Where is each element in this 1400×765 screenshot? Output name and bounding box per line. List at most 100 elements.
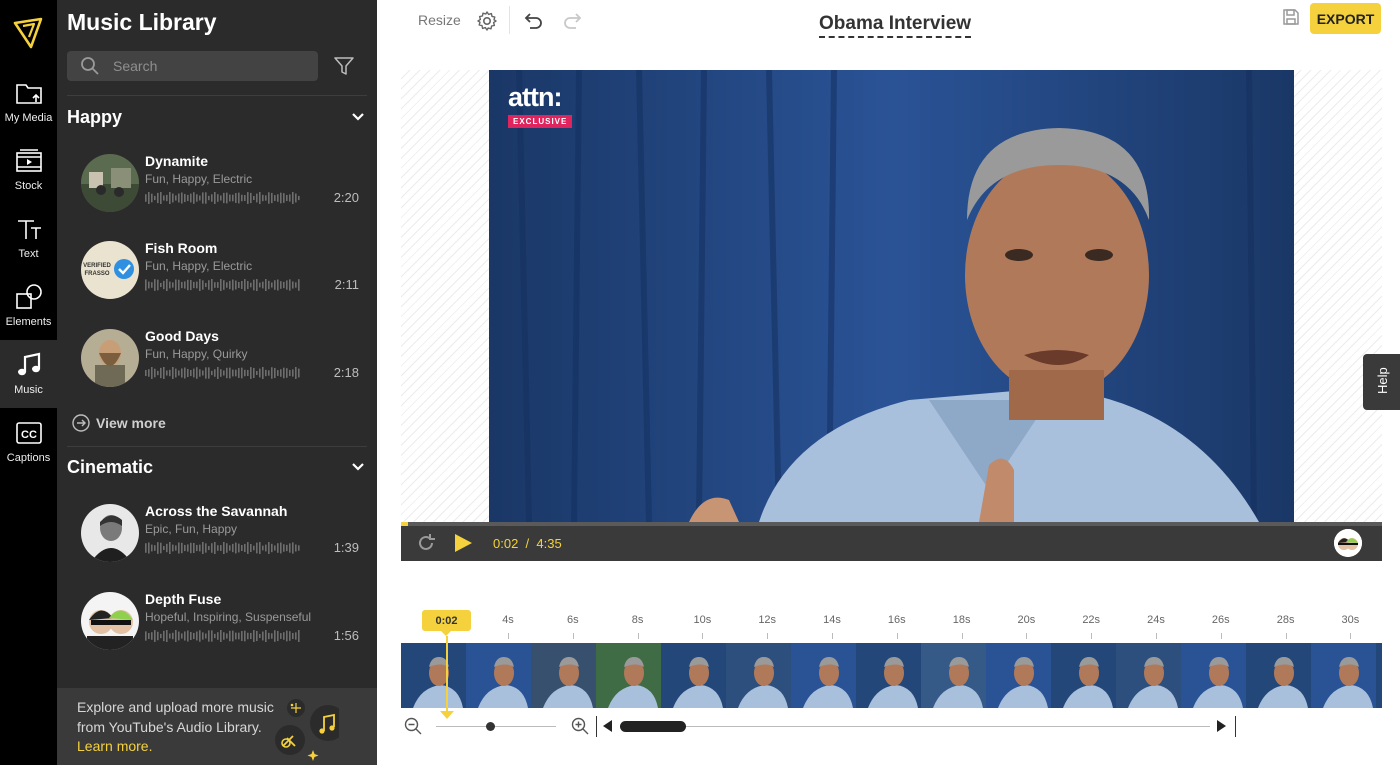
view-more-label: View more bbox=[96, 415, 166, 431]
project-title[interactable]: Obama Interview bbox=[819, 13, 972, 38]
text-icon bbox=[17, 220, 41, 239]
timeline-ruler[interactable]: 0:02 4s 6s 8s 10s 12s 14s 16s 18s 20s 22s 24s 26s 28… bbox=[401, 606, 1382, 639]
track-thumbnail bbox=[81, 504, 139, 562]
ruler-tick-label: 22s bbox=[1082, 614, 1101, 626]
progress-fill bbox=[401, 522, 408, 526]
track-item[interactable]: Good Days Fun, Happy, Quirky 2:18 bbox=[81, 326, 359, 390]
ruler-tick bbox=[832, 633, 833, 639]
track-tags: Fun, Happy, Electric bbox=[145, 172, 253, 186]
track-duration: 1:56 bbox=[333, 628, 359, 643]
replay-icon[interactable] bbox=[415, 532, 437, 554]
help-label: Help bbox=[1375, 367, 1390, 394]
redo-icon[interactable] bbox=[562, 10, 584, 32]
folder-upload-icon bbox=[15, 84, 42, 104]
undo-icon[interactable] bbox=[522, 10, 544, 32]
track-duration: 2:18 bbox=[333, 365, 359, 380]
filmstrip-frame bbox=[1051, 643, 1116, 708]
ruler-tick bbox=[1220, 633, 1222, 639]
panel-title: Music Library bbox=[67, 9, 217, 35]
zoom-out-icon[interactable] bbox=[404, 717, 422, 735]
save-icon[interactable] bbox=[1281, 7, 1301, 27]
track-name: Dynamite bbox=[145, 153, 209, 169]
ruler-tick-label: 18s bbox=[952, 614, 971, 626]
scroll-right-arrow-icon[interactable] bbox=[1217, 720, 1226, 732]
timeline-scroll-thumb[interactable] bbox=[620, 721, 686, 732]
video-frame: attn: EXCLUSIVE bbox=[489, 70, 1294, 522]
track-item[interactable]: Dynamite Fun, Happy, Electric 2:20 bbox=[81, 151, 359, 215]
filmstrip-frame bbox=[531, 643, 596, 708]
music-bubbles-icon bbox=[275, 699, 339, 761]
waveform bbox=[145, 367, 300, 379]
time-separator: / bbox=[525, 536, 530, 551]
search-box[interactable] bbox=[67, 51, 318, 81]
app-window: My Media Stock Text Elements Music CC Ca… bbox=[0, 0, 1400, 765]
category-header-happy[interactable]: Happy bbox=[67, 104, 365, 130]
waveform bbox=[145, 630, 300, 642]
search-input[interactable] bbox=[113, 55, 308, 77]
chevron-down-icon bbox=[352, 113, 364, 121]
export-button[interactable]: EXPORT bbox=[1310, 3, 1381, 34]
filmstrip-frame bbox=[726, 643, 791, 708]
ruler-tick bbox=[702, 633, 704, 639]
video-canvas[interactable]: attn: EXCLUSIVE bbox=[401, 70, 1382, 522]
rail-item-stock[interactable]: Stock bbox=[0, 136, 57, 204]
divider bbox=[67, 446, 367, 447]
view-more-link[interactable]: View more bbox=[72, 414, 166, 432]
rail-label: Text bbox=[18, 248, 39, 260]
resize-button[interactable]: Resize bbox=[418, 12, 461, 28]
ruler-tick-label: 16s bbox=[887, 614, 906, 626]
video-filmstrip[interactable] bbox=[401, 643, 1382, 708]
arrow-circle-right-icon bbox=[72, 414, 90, 432]
category-header-cinematic[interactable]: Cinematic bbox=[67, 454, 365, 480]
filmstrip-frame bbox=[986, 643, 1051, 708]
rail-item-my-media[interactable]: My Media bbox=[0, 68, 57, 136]
scroll-start-bar bbox=[596, 716, 597, 737]
rail-item-elements[interactable]: Elements bbox=[0, 272, 57, 340]
learn-more-link[interactable]: Learn more. bbox=[77, 738, 152, 754]
timeline-scroll-track[interactable] bbox=[620, 726, 1210, 727]
filmstrip-frame bbox=[1246, 643, 1311, 708]
track-name: Good Days bbox=[145, 328, 219, 344]
progress-bar[interactable] bbox=[401, 522, 1382, 526]
filmstrip-frame bbox=[596, 643, 661, 708]
track-item[interactable]: VERIFIED FRASSO Fish Room Fun, Happy, Ele… bbox=[81, 238, 359, 302]
track-name: Depth Fuse bbox=[145, 591, 222, 607]
ruler-tick bbox=[572, 633, 574, 639]
filmstrip-frame bbox=[1181, 643, 1246, 708]
zoom-in-icon[interactable] bbox=[571, 717, 589, 735]
help-tab[interactable]: Help bbox=[1363, 354, 1400, 410]
ruler-tick-label: 20s bbox=[1017, 614, 1036, 626]
playhead-time-marker[interactable]: 0:02 bbox=[422, 610, 471, 636]
user-avatar[interactable] bbox=[1334, 529, 1362, 557]
ruler-tick-label: 10s bbox=[693, 614, 712, 626]
rail-label: Stock bbox=[14, 180, 43, 192]
track-thumbnail bbox=[81, 154, 139, 212]
track-name: Across the Savannah bbox=[145, 503, 288, 519]
track-duration: 2:20 bbox=[333, 190, 359, 205]
filter-icon[interactable] bbox=[334, 56, 354, 76]
playhead-handle[interactable] bbox=[440, 711, 454, 719]
track-tags: Fun, Happy, Quirky bbox=[145, 347, 248, 361]
zoom-slider-track[interactable] bbox=[436, 726, 556, 727]
gear-icon[interactable] bbox=[476, 10, 498, 32]
ruler-tick-label: 24s bbox=[1147, 614, 1165, 626]
play-icon[interactable] bbox=[453, 533, 473, 553]
zoom-slider-knob[interactable] bbox=[486, 722, 495, 731]
scroll-end-bar bbox=[1235, 716, 1236, 737]
scroll-left-arrow-icon[interactable] bbox=[603, 720, 612, 732]
rail-item-music[interactable]: Music bbox=[0, 340, 57, 408]
app-logo-icon[interactable] bbox=[13, 17, 43, 49]
promo-body: Explore and upload more music from YouTu… bbox=[77, 699, 274, 735]
rail-item-captions[interactable]: CC Captions bbox=[0, 408, 57, 476]
filmstrip-frame bbox=[661, 643, 726, 708]
music-note-icon bbox=[17, 352, 40, 376]
filmstrip-frame bbox=[401, 643, 466, 708]
ruler-tick-label: 4s bbox=[502, 614, 514, 626]
ruler-tick bbox=[508, 633, 509, 639]
rail-item-text[interactable]: Text bbox=[0, 204, 57, 272]
track-item[interactable]: Depth Fuse Hopeful, Inspiring, Suspensef… bbox=[81, 589, 359, 653]
track-thumbnail bbox=[81, 329, 139, 387]
playhead[interactable] bbox=[446, 636, 448, 712]
ruler-tick bbox=[1285, 633, 1287, 639]
track-item[interactable]: Across the Savannah Epic, Fun, Happy 1:3… bbox=[81, 501, 359, 565]
